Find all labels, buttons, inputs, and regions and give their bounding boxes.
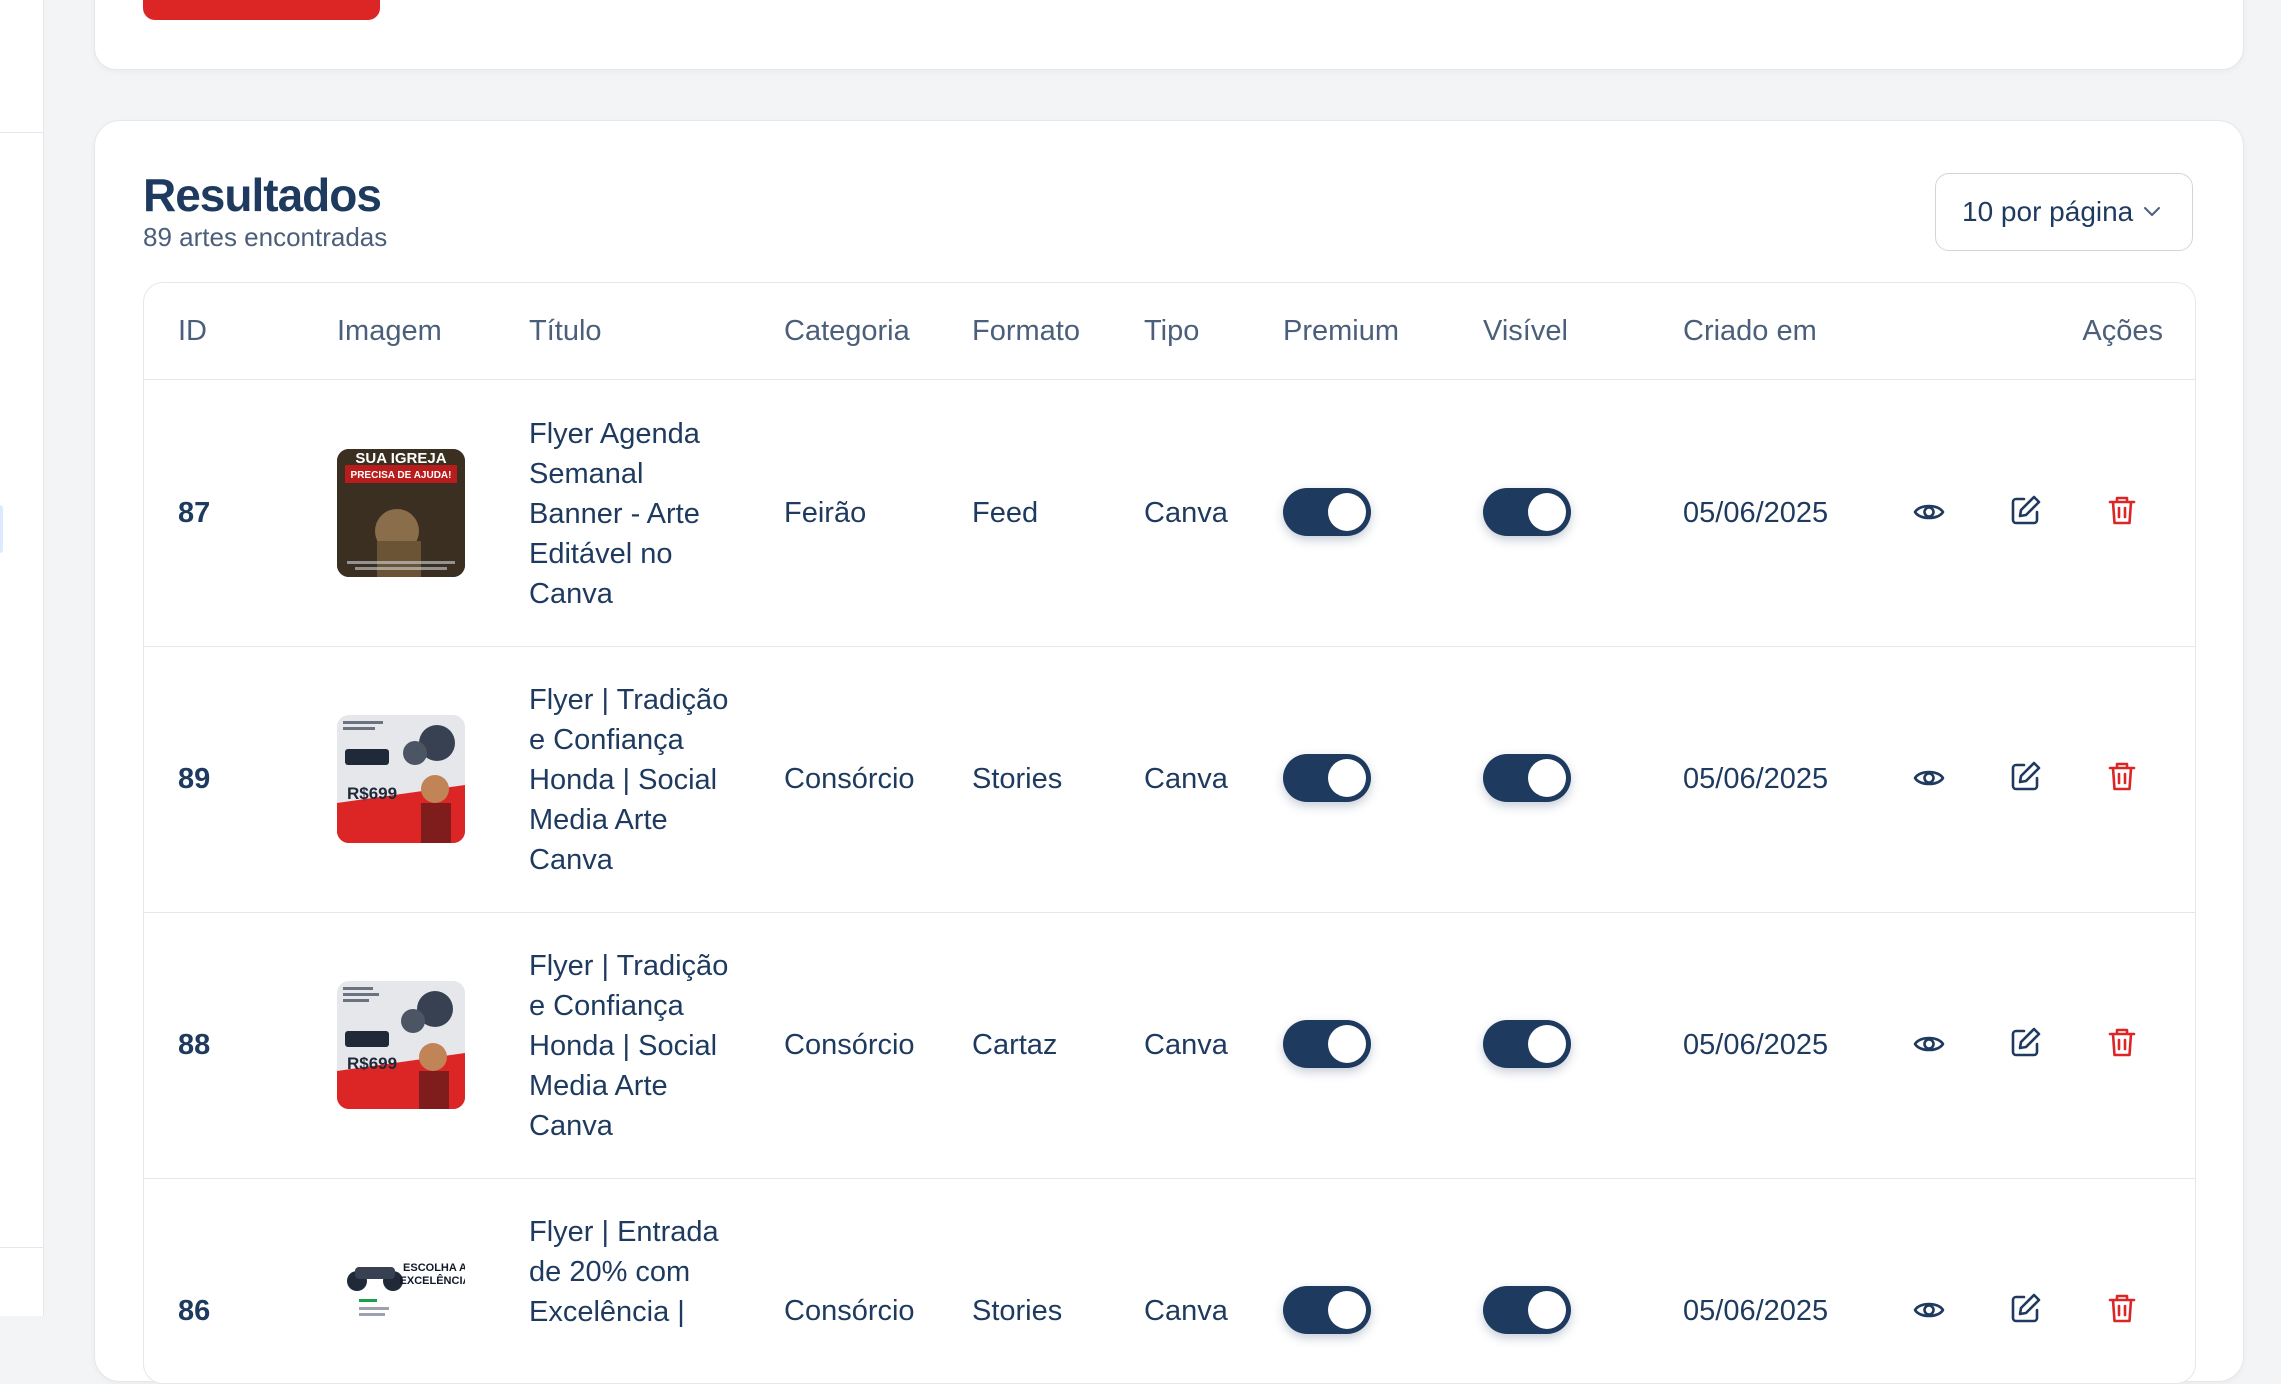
col-premium[interactable]: Premium bbox=[1283, 283, 1399, 379]
filter-submit-button[interactable] bbox=[143, 0, 380, 20]
per-page-select[interactable]: 10 por página bbox=[1935, 173, 2193, 251]
toggle-knob bbox=[1328, 493, 1366, 531]
premium-toggle[interactable] bbox=[1283, 754, 1371, 802]
thumb-price: R$699 bbox=[347, 1054, 397, 1073]
sidebar-divider bbox=[0, 132, 43, 133]
chevron-down-icon bbox=[2144, 207, 2160, 216]
sidebar-active-indicator bbox=[0, 505, 3, 553]
toggle-knob bbox=[1528, 1291, 1566, 1329]
filters-card bbox=[94, 0, 2244, 70]
table-row: 88 R$699 Flyer | Tradição e Confiança Ho… bbox=[144, 912, 2195, 1179]
row-format: Cartaz bbox=[972, 1029, 1058, 1061]
visible-toggle[interactable] bbox=[1483, 754, 1571, 802]
toggle-knob bbox=[1528, 759, 1566, 797]
trash-icon[interactable] bbox=[2104, 492, 2140, 528]
toggle-knob bbox=[1528, 1025, 1566, 1063]
thumb-subheading: EXCELÊNCIA bbox=[400, 1274, 465, 1287]
row-title: Flyer | Tradição e Confiança Honda | Soc… bbox=[529, 950, 729, 1142]
row-type: Canva bbox=[1144, 1029, 1228, 1061]
row-type: Canva bbox=[1144, 1295, 1228, 1327]
row-type: Canva bbox=[1144, 763, 1228, 795]
per-page-value: 10 por página bbox=[1962, 196, 2134, 227]
trash-icon[interactable] bbox=[2104, 1290, 2140, 1326]
thumbnail-image: SUA IGREJA PRECISA DE AJUDA! bbox=[337, 449, 465, 577]
eye-icon[interactable] bbox=[1911, 494, 1947, 530]
row-id: 88 bbox=[178, 1029, 211, 1061]
sidebar bbox=[0, 0, 44, 1316]
thumb-subheading: PRECISA DE AJUDA! bbox=[351, 470, 452, 481]
edit-icon[interactable] bbox=[2008, 1290, 2044, 1326]
row-title: Flyer Agenda Semanal Banner - Arte Editá… bbox=[529, 418, 700, 610]
row-category: Consórcio bbox=[784, 763, 915, 795]
premium-toggle[interactable] bbox=[1283, 1286, 1371, 1334]
results-title: Resultados bbox=[143, 169, 382, 221]
premium-toggle[interactable] bbox=[1283, 488, 1371, 536]
row-thumbnail[interactable]: SUA IGREJA PRECISA DE AJUDA! bbox=[337, 449, 465, 577]
table-row: 86 ESCOLHA A EXCELÊNCIA Flyer | Entrada … bbox=[144, 1178, 2195, 1383]
trash-icon[interactable] bbox=[2104, 1024, 2140, 1060]
eye-icon[interactable] bbox=[1911, 1292, 1947, 1328]
thumb-heading: ESCOLHA A bbox=[403, 1262, 465, 1274]
trash-icon[interactable] bbox=[2104, 758, 2140, 794]
eye-icon[interactable] bbox=[1911, 1026, 1947, 1062]
row-created-date: 05/06/2025 bbox=[1683, 1295, 1829, 1327]
col-id[interactable]: ID bbox=[178, 283, 207, 379]
sidebar-divider bbox=[0, 1247, 43, 1248]
row-format: Feed bbox=[972, 497, 1039, 529]
row-type: Canva bbox=[1144, 497, 1228, 529]
visible-toggle[interactable] bbox=[1483, 488, 1571, 536]
row-thumbnail[interactable]: R$699 bbox=[337, 981, 465, 1109]
row-id: 86 bbox=[178, 1295, 211, 1327]
edit-icon[interactable] bbox=[2008, 758, 2044, 794]
table-row: 87 SUA IGREJA PRECISA DE AJUDA! Flyer Ag… bbox=[144, 380, 2195, 647]
results-table: ID Imagem Título Categoria Formato Tipo … bbox=[143, 282, 2196, 1384]
col-created[interactable]: Criado em bbox=[1683, 283, 1817, 379]
row-created-date: 05/06/2025 bbox=[1683, 1029, 1829, 1061]
edit-icon[interactable] bbox=[2008, 492, 2044, 528]
thumbnail-image: ESCOLHA A EXCELÊNCIA bbox=[337, 1247, 465, 1375]
col-title[interactable]: Título bbox=[529, 283, 602, 379]
row-format: Stories bbox=[972, 763, 1063, 795]
col-image: Imagem bbox=[337, 315, 442, 347]
row-thumbnail[interactable]: R$699 bbox=[337, 715, 465, 843]
row-id: 89 bbox=[178, 763, 211, 795]
row-format: Stories bbox=[972, 1295, 1063, 1327]
row-thumbnail[interactable]: ESCOLHA A EXCELÊNCIA bbox=[337, 1247, 465, 1375]
row-id: 87 bbox=[178, 497, 211, 529]
col-actions: Ações bbox=[2082, 315, 2163, 347]
eye-icon[interactable] bbox=[1911, 760, 1947, 796]
col-category[interactable]: Categoria bbox=[784, 283, 910, 379]
row-category: Feirão bbox=[784, 497, 867, 529]
row-title: Flyer | Entrada de 20% com Excelência | bbox=[529, 1216, 719, 1328]
visible-toggle[interactable] bbox=[1483, 1286, 1571, 1334]
thumb-heading: SUA IGREJA bbox=[355, 450, 446, 467]
edit-icon[interactable] bbox=[2008, 1024, 2044, 1060]
row-category: Consórcio bbox=[784, 1029, 915, 1061]
premium-toggle[interactable] bbox=[1283, 1020, 1371, 1068]
col-type[interactable]: Tipo bbox=[1144, 283, 1199, 379]
table-row: 89 R$699 Flyer | Tradição e Confiança Ho… bbox=[144, 646, 2195, 913]
toggle-knob bbox=[1328, 1291, 1366, 1329]
thumbnail-image: R$699 bbox=[337, 981, 465, 1109]
row-created-date: 05/06/2025 bbox=[1683, 763, 1829, 795]
col-format[interactable]: Formato bbox=[972, 283, 1080, 379]
table-header: ID Imagem Título Categoria Formato Tipo … bbox=[144, 283, 2195, 380]
results-count: 89 artes encontradas bbox=[143, 222, 388, 252]
row-title: Flyer | Tradição e Confiança Honda | Soc… bbox=[529, 684, 729, 876]
row-category: Consórcio bbox=[784, 1295, 915, 1327]
row-created-date: 05/06/2025 bbox=[1683, 497, 1829, 529]
col-visible[interactable]: Visível bbox=[1483, 283, 1568, 379]
toggle-knob bbox=[1328, 759, 1366, 797]
thumb-price: R$699 bbox=[347, 784, 397, 803]
visible-toggle[interactable] bbox=[1483, 1020, 1571, 1068]
toggle-knob bbox=[1328, 1025, 1366, 1063]
thumbnail-image: R$699 bbox=[337, 715, 465, 843]
toggle-knob bbox=[1528, 493, 1566, 531]
